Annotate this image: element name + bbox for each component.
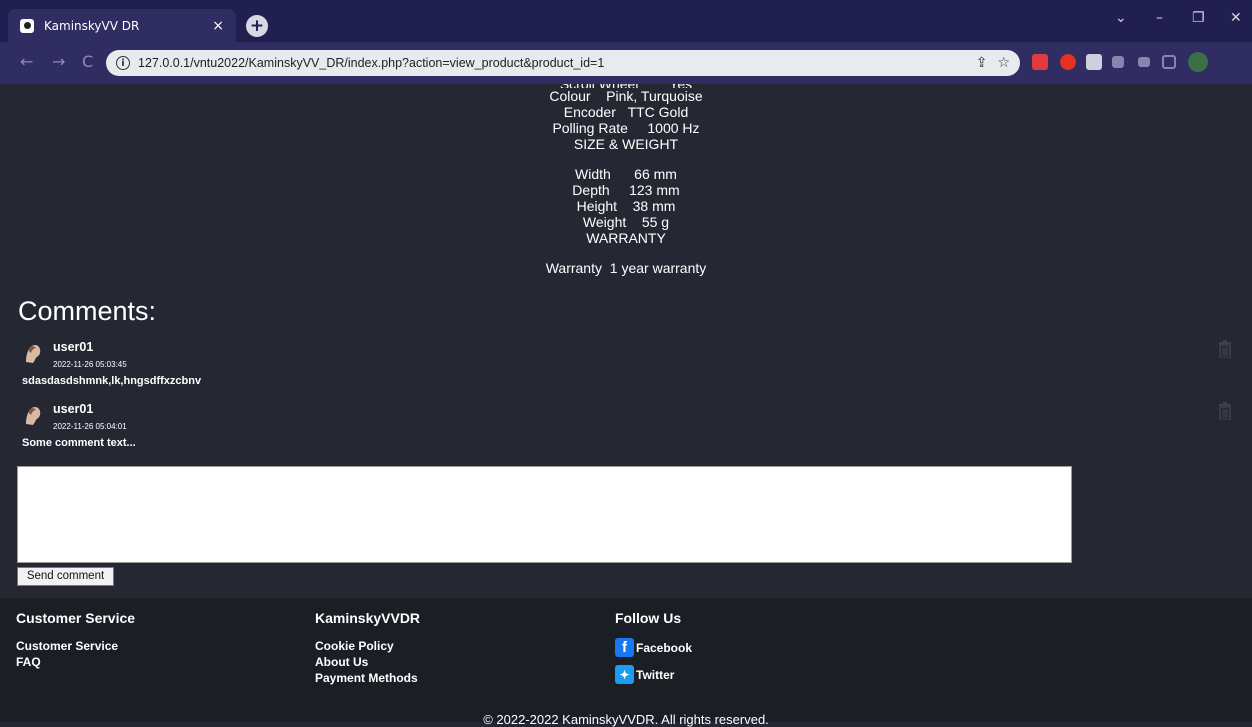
twitter-icon: ✦ [615,665,634,684]
extension-hand-icon[interactable] [1060,54,1076,70]
send-comment-button[interactable]: Send comment [17,567,114,586]
reload-button[interactable]: C [82,52,93,71]
footer-heading: Customer Service [16,610,136,626]
reading-list-icon[interactable] [1138,57,1150,67]
footer-heading: KaminskyVVDR [315,610,421,626]
spec-row-polling-rate: Polling Rate 1000 Hz [552,120,700,136]
extension-calendar-icon[interactable] [1032,54,1048,70]
delete-comment-trash-icon[interactable] [1218,402,1232,421]
footer-column-customer-service: Customer Service Customer Service FAQ [16,610,135,670]
back-button[interactable]: ← [20,52,33,71]
site-favicon-icon [20,18,34,33]
user-avatar [22,404,44,426]
section-heading-size-weight: SIZE & WEIGHT [573,136,679,152]
forward-button[interactable]: → [52,52,65,71]
spec-row-colour: Colour Pink, Turquoise [549,88,703,104]
spec-row-width: Width 66 mm [575,166,677,182]
url-text[interactable]: 127.0.0.1/vntu2022/KaminskyVV_DR/index.p… [138,56,976,70]
comment-username: user01 [53,340,94,354]
twitter-label: Twitter [636,667,675,682]
spec-row-depth: Depth 123 mm [572,182,680,198]
footer-link-payment-methods[interactable]: Payment Methods [315,670,420,686]
footer-link-cookie-policy[interactable]: Cookie Policy [315,638,420,654]
facebook-icon: f [615,638,634,657]
share-icon[interactable]: ⇪ [976,55,988,71]
tab-search-icon[interactable]: ⌄ [1115,10,1127,26]
footer-link-about-us[interactable]: About Us [315,654,420,670]
minimize-button[interactable]: – [1156,10,1163,26]
delete-comment-trash-icon[interactable] [1218,340,1232,359]
browser-tab-bar: KaminskyVV DR × + ⌄ – ❐ ✕ [0,0,1252,42]
profile-avatar-icon[interactable] [1188,52,1208,72]
spec-row-encoder: Encoder TTC Gold [563,104,689,120]
footer-column-follow-us: Follow Us f Facebook ✦ Twitter [615,610,692,692]
user-avatar [22,342,44,364]
bookmark-star-icon[interactable]: ☆ [997,55,1010,71]
tab-close-icon[interactable]: × [212,18,224,34]
comment-username: user01 [53,402,94,416]
site-info-icon[interactable]: i [116,56,130,70]
new-tab-button[interactable]: + [246,15,268,37]
comment-timestamp: 2022-11-26 05:04:01 [53,422,127,431]
browser-tab[interactable]: KaminskyVV DR × [8,9,236,42]
comment-textarea[interactable] [17,466,1072,563]
extensions-puzzle-icon[interactable] [1112,56,1124,68]
tab-title: KaminskyVV DR [44,18,140,33]
comment-text: sdasdasdshmnk,lk,hngsdffxzcbnv [22,375,202,387]
footer-column-brand: KaminskyVVDR Cookie Policy About Us Paym… [315,610,420,686]
address-bar[interactable]: i 127.0.0.1/vntu2022/KaminskyVV_DR/index… [106,50,1020,76]
footer-link-customer-service[interactable]: Customer Service [16,638,135,654]
site-footer: Customer Service Customer Service FAQ Ka… [0,598,1252,727]
product-specs: Scroll Wheel Yes Colour Pink, Turquoise … [0,84,1252,276]
section-heading-warranty: WARRANTY [586,230,666,246]
footer-heading: Follow Us [615,610,682,626]
footer-link-twitter[interactable]: ✦ Twitter [615,665,692,684]
extension-page-icon[interactable] [1086,54,1102,70]
comment-text: Some comment text... [22,437,136,449]
facebook-label: Facebook [636,640,693,655]
close-window-button[interactable]: ✕ [1230,10,1242,26]
footer-link-faq[interactable]: FAQ [16,654,135,670]
comments-heading: Comments: [18,296,157,326]
side-panel-icon[interactable] [1162,55,1176,69]
spec-row-warranty: Warranty 1 year warranty [545,260,707,276]
spec-row-weight: Weight 55 g [582,214,670,230]
spec-row-height: Height 38 mm [576,198,676,214]
copyright-text: © 2022-2022 KaminskyVVDR. All rights res… [483,712,769,727]
maximize-button[interactable]: ❐ [1192,10,1205,26]
comment-timestamp: 2022-11-26 05:03:45 [53,360,127,369]
footer-link-facebook[interactable]: f Facebook [615,638,692,657]
